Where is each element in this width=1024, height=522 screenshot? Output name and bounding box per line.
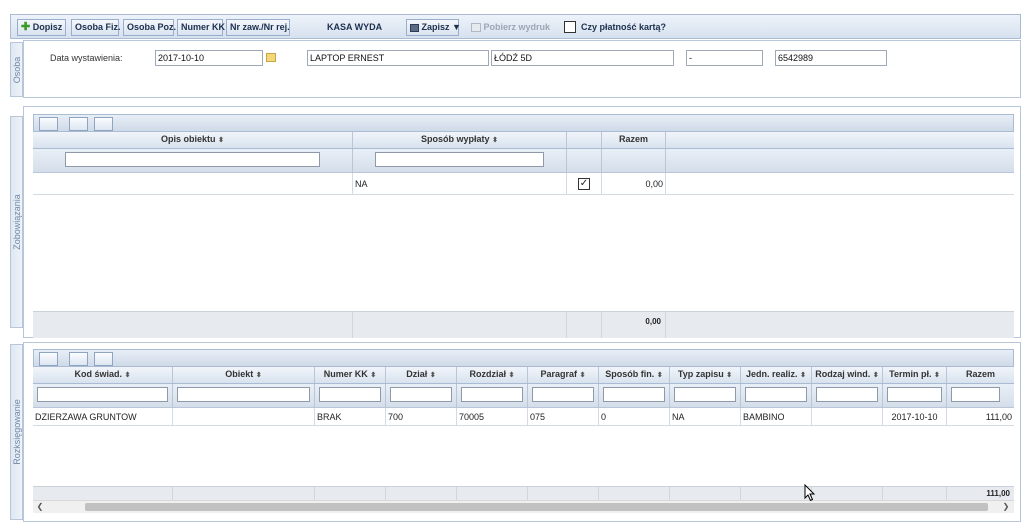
person-fiz-button[interactable]: Osoba Fiz.	[71, 19, 121, 36]
city-field[interactable]: ŁÓDŹ 5D	[491, 50, 674, 66]
filter-jedn-realiz-input[interactable]	[745, 387, 807, 402]
filter-typ-zapisu-input[interactable]	[674, 387, 736, 402]
print-button[interactable]: Pobierz wydruk	[471, 19, 550, 36]
nr-zaw-button[interactable]: Nr zaw./Nr rej.	[226, 19, 290, 36]
filter-sposob-input[interactable]	[375, 152, 544, 167]
roz-grid-header: Kod świad. ⬍ Obiekt ⬍ Numer KK ⬍ Dział ⬍…	[33, 367, 1014, 384]
key-icon[interactable]	[94, 117, 113, 131]
filter-termin-input[interactable]	[887, 387, 942, 402]
rozksiegowanie-panel: Kod świad. ⬍ Obiekt ⬍ Numer KK ⬍ Dział ⬍…	[23, 342, 1021, 522]
roz-footer: 111,00	[33, 486, 1014, 500]
main-toolbar: ✚ Dopisz Osoba Fiz. Osoba Poz. Numer KK …	[10, 14, 1021, 39]
filter-paragraf-input[interactable]	[532, 387, 594, 402]
roz-grid-toolbar	[33, 349, 1014, 367]
refresh-icon[interactable]	[39, 352, 58, 366]
filter-numer-kk-input[interactable]	[319, 387, 381, 402]
zobowiazania-tab[interactable]: Zobowiązania	[10, 116, 23, 328]
save-icon[interactable]	[69, 352, 88, 366]
key-icon[interactable]	[94, 352, 113, 366]
osoba-tab[interactable]: Osoba	[10, 42, 23, 97]
filter-opis-input[interactable]	[65, 152, 320, 167]
col-jedn-realiz[interactable]: Jedn. realiz. ⬍	[741, 367, 812, 383]
card-payment-label: Czy płatność kartą?	[581, 22, 667, 32]
row-checkbox[interactable]: ✓	[578, 178, 590, 190]
card-payment-checkbox[interactable]	[564, 21, 576, 33]
col-razem[interactable]: Razem	[602, 132, 666, 148]
roz-filter-row	[33, 384, 1014, 408]
col-kod-swiad[interactable]: Kod świad. ⬍	[33, 367, 173, 383]
filter-dzial-input[interactable]	[390, 387, 452, 402]
zob-filter-row	[33, 149, 1014, 173]
scroll-right-icon[interactable]: ❯	[1001, 502, 1011, 512]
osoba-panel: Data wystawienia: 2017-10-10 LAPTOP ERNE…	[23, 40, 1021, 98]
col-check	[567, 132, 602, 148]
print-icon	[471, 23, 481, 33]
filter-rodzaj-wind-input[interactable]	[816, 387, 878, 402]
filter-razem-input[interactable]	[951, 387, 1000, 402]
person-poz-button[interactable]: Osoba Poz.	[123, 19, 176, 36]
zobowiazania-panel: Opis obiektu ⬍ Sposób wypłaty ⬍ Razem NA…	[23, 106, 1021, 338]
date-label: Data wystawienia:	[50, 53, 123, 63]
kk-number-button[interactable]: Numer KK	[177, 19, 225, 36]
col-numer-kk[interactable]: Numer KK ⬍	[315, 367, 386, 383]
col-paragraf[interactable]: Paragraf ⬍	[528, 367, 599, 383]
save-button[interactable]: Zapisz ▼	[406, 19, 461, 36]
filter-sposob-fin-input[interactable]	[603, 387, 665, 402]
date-field[interactable]: 2017-10-10	[155, 50, 263, 66]
col-termin-pl[interactable]: Termin pł. ⬍	[883, 367, 947, 383]
filter-obiekt-input[interactable]	[177, 387, 310, 402]
horizontal-scrollbar[interactable]: ❮ ❯	[33, 500, 1014, 513]
name-field[interactable]: LAPTOP ERNEST	[307, 50, 489, 66]
plus-icon: ✚	[21, 21, 31, 33]
col-rodzaj-wind[interactable]: Rodzaj wind. ⬍	[812, 367, 883, 383]
add-button[interactable]: ✚ Dopisz	[17, 19, 66, 36]
scroll-left-icon[interactable]: ❮	[35, 502, 45, 512]
number-field[interactable]: 6542989	[775, 50, 887, 66]
mouse-cursor-icon	[804, 484, 816, 502]
filter-rozdzial-input[interactable]	[461, 387, 523, 402]
table-row[interactable]: NA ✓ 0,00	[33, 173, 1014, 195]
zob-grid-toolbar	[33, 114, 1014, 132]
dash-field[interactable]: -	[686, 50, 763, 66]
kasa-label: KASA WYDA	[327, 22, 383, 32]
zob-grid-header: Opis obiektu ⬍ Sposób wypłaty ⬍ Razem	[33, 132, 1014, 149]
col-sposob-fin[interactable]: Sposób fin. ⬍	[599, 367, 670, 383]
col-typ-zapisu[interactable]: Typ zapisu ⬍	[670, 367, 741, 383]
zob-footer: 0,00	[33, 311, 1014, 338]
col-opis-obiektu[interactable]: Opis obiektu ⬍	[33, 132, 353, 148]
filter-kod-input[interactable]	[37, 387, 168, 402]
refresh-icon[interactable]	[39, 117, 58, 131]
col-obiekt[interactable]: Obiekt ⬍	[173, 367, 315, 383]
table-row[interactable]: DZIERZAWA GRUNTOW BRAK 700 70005 075 0 N…	[33, 408, 1014, 426]
save-icon[interactable]	[69, 117, 88, 131]
rozksiegowanie-tab[interactable]: Rozksięgowanie	[10, 344, 23, 520]
col-rozdzial[interactable]: Rozdział ⬍	[457, 367, 528, 383]
roz-total: 111,00	[986, 489, 1010, 498]
floppy-icon	[410, 23, 419, 32]
calendar-icon[interactable]	[266, 53, 276, 62]
zob-total: 0,00	[602, 312, 666, 338]
scrollbar-thumb[interactable]	[85, 503, 988, 511]
col-razem[interactable]: Razem	[947, 367, 1014, 383]
col-sposob-wyplaty[interactable]: Sposób wypłaty ⬍	[353, 132, 567, 148]
col-dzial[interactable]: Dział ⬍	[386, 367, 457, 383]
